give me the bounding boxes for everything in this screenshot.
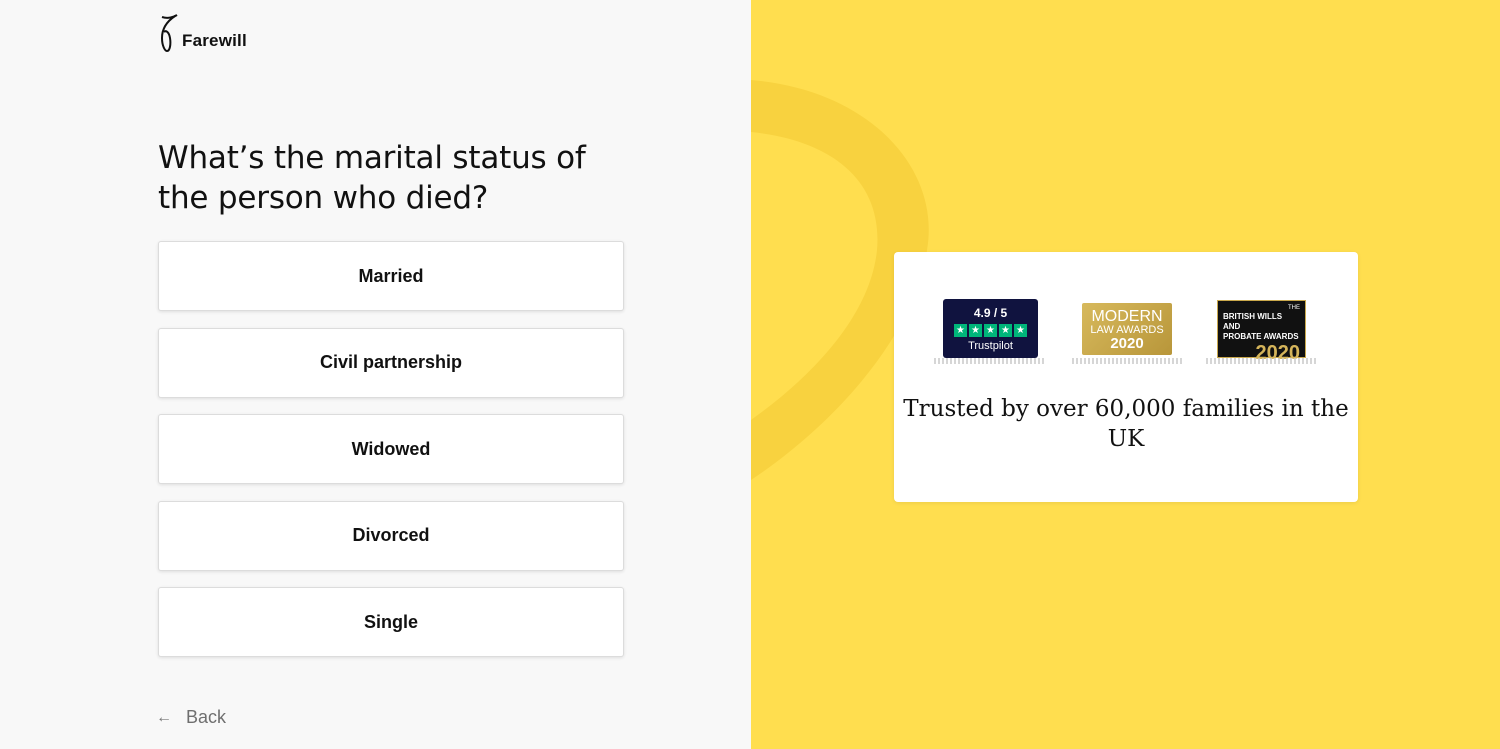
british-line1: BRITISH WILLS AND <box>1223 312 1283 331</box>
british-wills-probate-awards-badge: THE BRITISH WILLS AND PROBATE AWARDS 202… <box>1217 300 1306 363</box>
option-single[interactable]: Single <box>158 587 624 657</box>
laurel-decoration <box>1072 358 1184 364</box>
modern-year: 2020 <box>1110 335 1144 352</box>
option-married[interactable]: Married <box>158 241 624 311</box>
modern-line1: MODERN <box>1091 308 1163 325</box>
star-icon: ★ <box>954 324 967 337</box>
farewill-logo-mark-icon <box>160 14 178 53</box>
trustpilot-badge: 4.9 / 5 ★ ★ ★ ★ ★ Trustpilot <box>943 299 1038 358</box>
star-icon: ★ <box>999 324 1012 337</box>
trustpilot-score: 4.9 / 5 <box>973 306 1008 320</box>
question-panel: Farewill What’s the marital status of th… <box>0 0 751 749</box>
back-label: Back <box>186 707 227 727</box>
option-divorced[interactable]: Divorced <box>158 500 624 571</box>
star-icon: ★ <box>969 324 982 337</box>
star-icon: ★ <box>1014 324 1027 337</box>
laurel-decoration <box>1206 358 1318 364</box>
trust-card: 4.9 / 5 ★ ★ ★ ★ ★ Trustpilot MODERN LAW … <box>894 252 1358 502</box>
option-widowed[interactable]: Widowed <box>158 414 624 484</box>
british-the: THE <box>1288 305 1300 311</box>
question-title: What’s the marital status of the person … <box>158 140 586 216</box>
option-civil-partnership[interactable]: Civil partnership <box>158 327 624 398</box>
modern-law-awards-badge: MODERN LAW AWARDS 2020 <box>1082 303 1172 355</box>
brand-name: Farewill <box>182 31 247 50</box>
trust-statement: Trusted by over 60,000 families in the U… <box>903 396 1349 452</box>
star-icon: ★ <box>984 324 997 337</box>
trustpilot-label: Trustpilot <box>968 340 1013 352</box>
british-line2: PROBATE AWARDS <box>1223 332 1299 341</box>
marital-status-options: Married Civil partnership Widowed Divorc… <box>158 241 624 674</box>
farewill-logo[interactable]: Farewill <box>156 14 247 54</box>
laurel-decoration <box>934 358 1046 364</box>
back-link[interactable]: ← Back <box>156 707 226 728</box>
trust-panel: 4.9 / 5 ★ ★ ★ ★ ★ Trustpilot MODERN LAW … <box>751 0 1500 749</box>
trustpilot-stars: ★ ★ ★ ★ ★ <box>943 324 1038 337</box>
arrow-left-icon: ← <box>156 708 172 726</box>
